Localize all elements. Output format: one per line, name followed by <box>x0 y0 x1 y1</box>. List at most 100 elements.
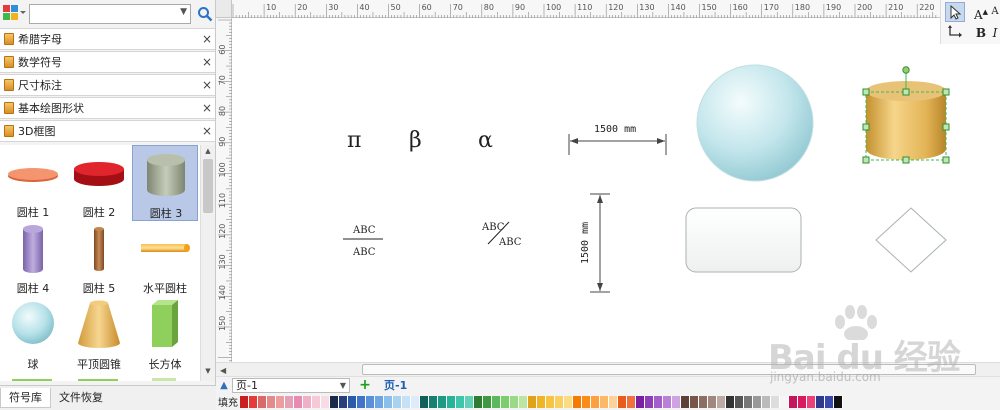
greek-beta[interactable]: β <box>409 128 422 153</box>
close-icon[interactable]: × <box>199 124 215 138</box>
search-field[interactable]: ▼ <box>29 4 191 24</box>
library-greek-letters[interactable]: 希腊字母 × <box>0 28 215 50</box>
color-swatch[interactable] <box>672 395 681 408</box>
color-swatch[interactable] <box>537 395 546 408</box>
library-basic-shapes[interactable]: 基本绘图形状 × <box>0 97 215 119</box>
color-swatch[interactable] <box>726 395 735 408</box>
chevron-up-icon[interactable]: ▲ <box>216 380 232 391</box>
color-swatch[interactable] <box>555 395 564 408</box>
shape-frustum[interactable]: 平顶圆锥 <box>66 297 132 373</box>
library-3d-blocks[interactable]: 3D框图 × <box>0 120 215 142</box>
color-swatch[interactable] <box>780 395 789 408</box>
color-swatch[interactable] <box>465 395 474 408</box>
bold-button[interactable]: B <box>971 23 991 43</box>
color-swatch[interactable] <box>528 395 537 408</box>
close-icon[interactable]: × <box>199 78 215 92</box>
library-dimensioning[interactable]: 尺寸标注 × <box>0 74 215 96</box>
shape-cylinder-1[interactable]: 圆柱 1 <box>0 145 66 221</box>
vertical-dimension[interactable]: 1500 mm <box>580 193 610 293</box>
color-swatch[interactable] <box>285 395 294 408</box>
color-swatch[interactable] <box>546 395 555 408</box>
color-swatch[interactable] <box>699 395 708 408</box>
scroll-thumb[interactable] <box>362 364 976 375</box>
shape-horizontal-cylinder[interactable]: 水平圆柱 <box>132 221 198 297</box>
greek-pi[interactable]: π <box>347 128 361 153</box>
color-swatch[interactable] <box>816 395 825 408</box>
add-page-button[interactable]: + <box>356 377 374 393</box>
shape-sphere[interactable]: 球 <box>0 297 66 373</box>
color-swatch[interactable] <box>411 395 420 408</box>
color-swatch[interactable] <box>825 395 834 408</box>
color-swatch[interactable] <box>798 395 807 408</box>
drawing-canvas[interactable]: π β α 1500 mm ABC ABC ABC ABC 1500 mm <box>233 19 1000 362</box>
search-input[interactable] <box>30 5 170 23</box>
color-swatch[interactable] <box>717 395 726 408</box>
color-swatch[interactable] <box>681 395 690 408</box>
italic-button[interactable]: I <box>989 23 1000 43</box>
color-swatch[interactable] <box>429 395 438 408</box>
color-swatch[interactable] <box>654 395 663 408</box>
library-scrollbar[interactable]: ▲ ▼ <box>200 145 215 381</box>
font-shrink-button[interactable]: A <box>989 2 1000 22</box>
horizontal-dimension[interactable]: 1500 mm <box>568 124 667 155</box>
color-swatch[interactable] <box>357 395 366 408</box>
color-swatch[interactable] <box>312 395 321 408</box>
rotate-handle[interactable] <box>902 66 910 74</box>
color-swatch[interactable] <box>609 395 618 408</box>
color-swatch[interactable] <box>474 395 483 408</box>
chevron-down-icon[interactable]: ▼ <box>180 7 187 17</box>
page-select[interactable]: 页-1 ▼ <box>232 377 350 393</box>
pointer-icon[interactable] <box>945 2 965 22</box>
color-swatch[interactable] <box>501 395 510 408</box>
scroll-down-icon[interactable]: ▼ <box>203 367 213 377</box>
color-swatch[interactable] <box>582 395 591 408</box>
tab-page-1[interactable]: 页-1 <box>384 377 407 393</box>
search-icon[interactable] <box>197 6 213 22</box>
color-swatch[interactable] <box>636 395 645 408</box>
scroll-thumb[interactable] <box>203 159 213 213</box>
color-swatch[interactable] <box>348 395 357 408</box>
color-swatch[interactable] <box>258 395 267 408</box>
shape-cuboid[interactable]: 长方体 <box>132 297 198 373</box>
color-swatch[interactable] <box>735 395 744 408</box>
color-swatch[interactable] <box>762 395 771 408</box>
color-swatch[interactable] <box>807 395 816 408</box>
close-icon[interactable]: × <box>199 101 215 115</box>
color-swatch[interactable] <box>600 395 609 408</box>
color-swatch[interactable] <box>249 395 258 408</box>
chevron-down-icon[interactable]: ▼ <box>340 379 346 392</box>
rounded-rectangle-shape[interactable] <box>685 207 802 273</box>
color-swatch[interactable] <box>573 395 582 408</box>
shape-cylinder-5[interactable]: 圆柱 5 <box>66 221 132 297</box>
color-swatch[interactable] <box>510 395 519 408</box>
color-swatch[interactable] <box>267 395 276 408</box>
color-swatch[interactable] <box>330 395 339 408</box>
color-swatch[interactable] <box>771 395 780 408</box>
color-swatch[interactable] <box>420 395 429 408</box>
color-swatch[interactable] <box>384 395 393 408</box>
diagonal-fraction[interactable]: ABC ABC <box>481 221 522 248</box>
color-swatch[interactable] <box>744 395 753 408</box>
color-swatch[interactable] <box>492 395 501 408</box>
sphere-shape[interactable] <box>696 64 814 182</box>
color-swatch[interactable] <box>834 395 843 408</box>
font-grow-button[interactable]: A▲ <box>971 2 991 22</box>
library-math-symbols[interactable]: 数学符号 × <box>0 51 215 73</box>
color-swatch[interactable] <box>366 395 375 408</box>
greek-alpha[interactable]: α <box>478 128 493 153</box>
tab-symbol-library[interactable]: 符号库 <box>0 388 51 408</box>
color-swatch[interactable] <box>402 395 411 408</box>
diamond-shape[interactable] <box>875 207 947 273</box>
color-swatch[interactable] <box>564 395 573 408</box>
color-swatch[interactable] <box>663 395 672 408</box>
color-swatch[interactable] <box>303 395 312 408</box>
color-swatch[interactable] <box>456 395 465 408</box>
color-swatch[interactable] <box>240 395 249 408</box>
color-swatch[interactable] <box>294 395 303 408</box>
library-menu-icon[interactable] <box>3 5 26 23</box>
color-swatch[interactable] <box>393 395 402 408</box>
color-swatch[interactable] <box>591 395 600 408</box>
color-swatch[interactable] <box>447 395 456 408</box>
scroll-left-icon[interactable]: ◀ <box>220 366 226 375</box>
color-swatch[interactable] <box>483 395 492 408</box>
